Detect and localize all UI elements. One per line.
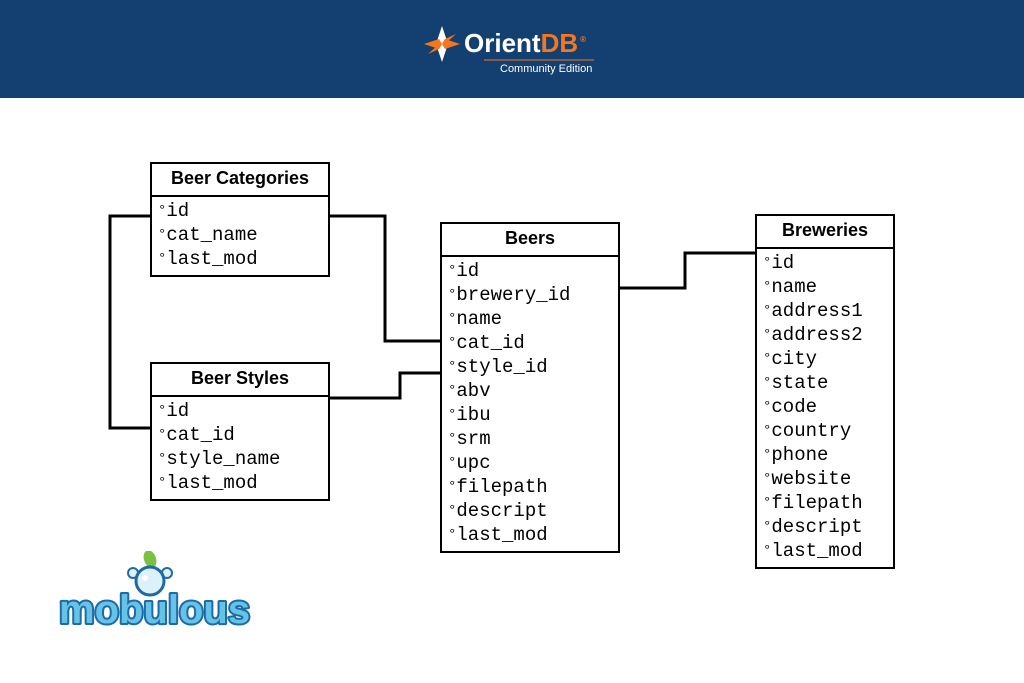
entity-title: Breweries	[757, 216, 893, 249]
field: filepath	[448, 475, 612, 499]
mobulous-logo-icon: mobulous	[55, 551, 265, 641]
field: last_mod	[448, 523, 612, 547]
field: address1	[763, 299, 887, 323]
field: srm	[448, 427, 612, 451]
field: cat_id	[448, 331, 612, 355]
field: style_name	[158, 447, 322, 471]
field: name	[763, 275, 887, 299]
mobulous-logo: mobulous	[55, 551, 265, 641]
mobulous-wordmark: mobulous	[59, 588, 250, 632]
field: descript	[763, 515, 887, 539]
field: ibu	[448, 403, 612, 427]
field: city	[763, 347, 887, 371]
field: cat_name	[158, 223, 322, 247]
field: website	[763, 467, 887, 491]
field: state	[763, 371, 887, 395]
field: last_mod	[763, 539, 887, 563]
field: brewery_id	[448, 283, 612, 307]
field: last_mod	[158, 471, 322, 495]
svg-text:OrientDB®: OrientDB®	[464, 28, 586, 58]
field: id	[158, 399, 322, 423]
field: id	[763, 251, 887, 275]
entity-title: Beers	[442, 224, 618, 257]
entity-breweries: Breweries id name address1 address2 city…	[755, 214, 895, 569]
entity-fields: id cat_name last_mod	[152, 197, 328, 275]
field: id	[448, 259, 612, 283]
field: code	[763, 395, 887, 419]
entity-beer-categories: Beer Categories id cat_name last_mod	[150, 162, 330, 277]
entity-beer-styles: Beer Styles id cat_id style_name last_mo…	[150, 362, 330, 501]
field: id	[158, 199, 322, 223]
entity-title: Beer Categories	[152, 164, 328, 197]
field: abv	[448, 379, 612, 403]
app-header: OrientDB® Community Edition	[0, 0, 1024, 98]
entity-title: Beer Styles	[152, 364, 328, 397]
field: cat_id	[158, 423, 322, 447]
orientdb-logo-icon: OrientDB® Community Edition	[422, 16, 602, 82]
field: style_id	[448, 355, 612, 379]
field: country	[763, 419, 887, 443]
entity-beers: Beers id brewery_id name cat_id style_id…	[440, 222, 620, 553]
entity-fields: id brewery_id name cat_id style_id abv i…	[442, 257, 618, 551]
field: phone	[763, 443, 887, 467]
field: upc	[448, 451, 612, 475]
field: filepath	[763, 491, 887, 515]
svg-text:Community Edition: Community Edition	[500, 63, 592, 75]
field: address2	[763, 323, 887, 347]
field: descript	[448, 499, 612, 523]
field: name	[448, 307, 612, 331]
entity-fields: id name address1 address2 city state cod…	[757, 249, 893, 567]
er-diagram: Beer Categories id cat_name last_mod Bee…	[0, 98, 1024, 683]
field: last_mod	[158, 247, 322, 271]
entity-fields: id cat_id style_name last_mod	[152, 397, 328, 499]
orientdb-logo: OrientDB® Community Edition	[422, 16, 602, 82]
